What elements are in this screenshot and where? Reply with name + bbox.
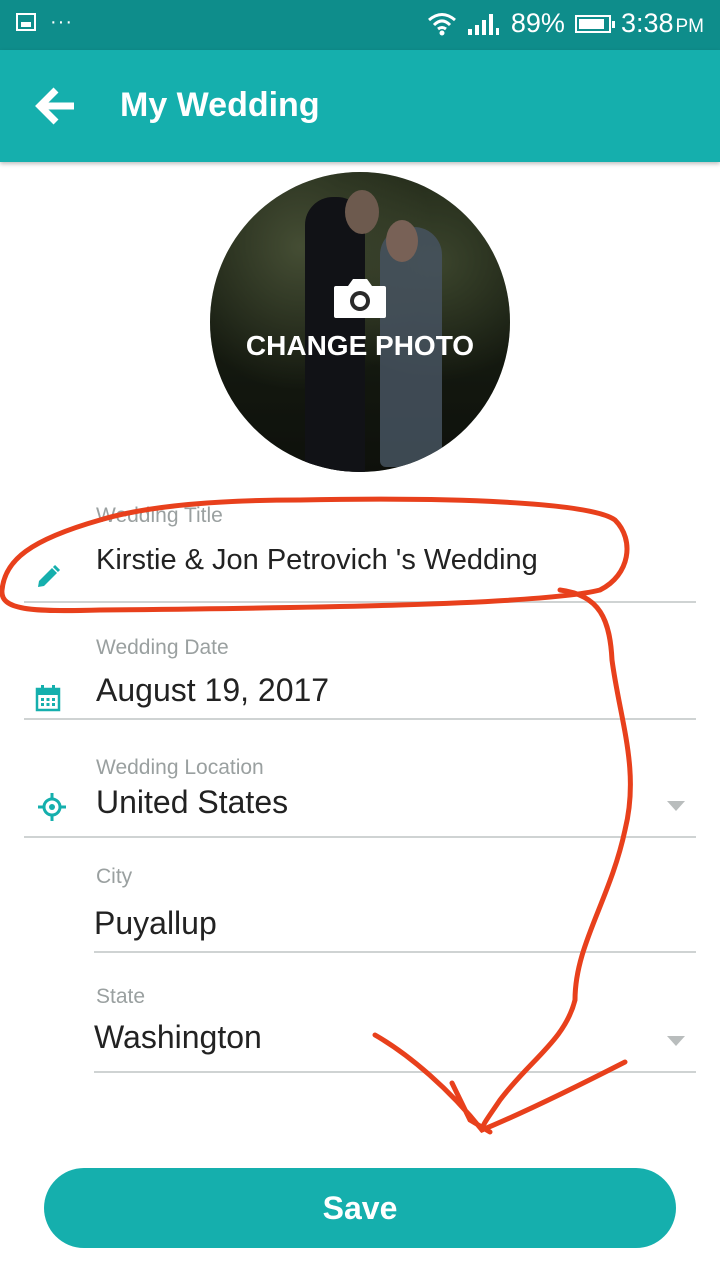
save-button[interactable]: Save [44, 1168, 676, 1248]
wedding-photo[interactable]: CHANGE PHOTO [210, 172, 510, 472]
wedding-location-underline [24, 836, 696, 838]
battery-icon [574, 14, 615, 33]
location-dropdown-arrow-icon[interactable] [667, 801, 685, 811]
state-label: State [96, 985, 146, 1008]
gallery-notification-icon [16, 13, 36, 31]
app-bar: My Wedding [0, 50, 720, 162]
wifi-icon [427, 12, 456, 35]
wedding-title-underline [24, 601, 696, 603]
status-bar-left: ··· [16, 12, 73, 32]
annotation-arrow-head [372, 1032, 628, 1135]
wedding-date-underline [24, 718, 696, 720]
wedding-date-label: Wedding Date [96, 636, 229, 659]
clock-time: 3:38 [620, 8, 674, 38]
change-photo-button[interactable]: CHANGE PHOTO [210, 330, 510, 362]
page-title: My Wedding [120, 86, 320, 124]
state-dropdown-arrow-icon[interactable] [667, 1036, 685, 1046]
calendar-icon [35, 685, 61, 712]
wedding-title-input[interactable]: Kirstie & Jon Petrovich 's Wedding [96, 544, 538, 577]
annotation-arrow-line [479, 587, 633, 1133]
wedding-location-label: Wedding Location [96, 756, 264, 779]
more-notifications-indicator: ··· [50, 11, 73, 33]
photo-overlay [210, 172, 510, 472]
status-bar: ··· 89% 3:38 PM [0, 0, 720, 50]
wedding-title-label: Wedding Title [96, 504, 223, 527]
wedding-location-select[interactable]: United States [96, 784, 288, 821]
wedding-date-input[interactable]: August 19, 2017 [96, 672, 329, 709]
arrow-left-icon[interactable] [34, 84, 78, 128]
location-target-icon [38, 793, 66, 821]
clock-suffix: PM [675, 16, 705, 37]
city-underline [94, 951, 696, 953]
city-input[interactable]: Puyallup [94, 905, 217, 942]
camera-icon [334, 279, 386, 318]
pencil-icon [38, 564, 61, 587]
state-select[interactable]: Washington [94, 1019, 262, 1056]
battery-percent: 89% [510, 8, 565, 38]
status-bar-right: 89% 3:38 PM [427, 8, 704, 39]
state-underline [94, 1071, 696, 1073]
signal-icon [467, 13, 499, 35]
city-label: City [96, 865, 133, 888]
battery-level [578, 18, 604, 29]
clock: 3:38 PM [621, 8, 704, 39]
